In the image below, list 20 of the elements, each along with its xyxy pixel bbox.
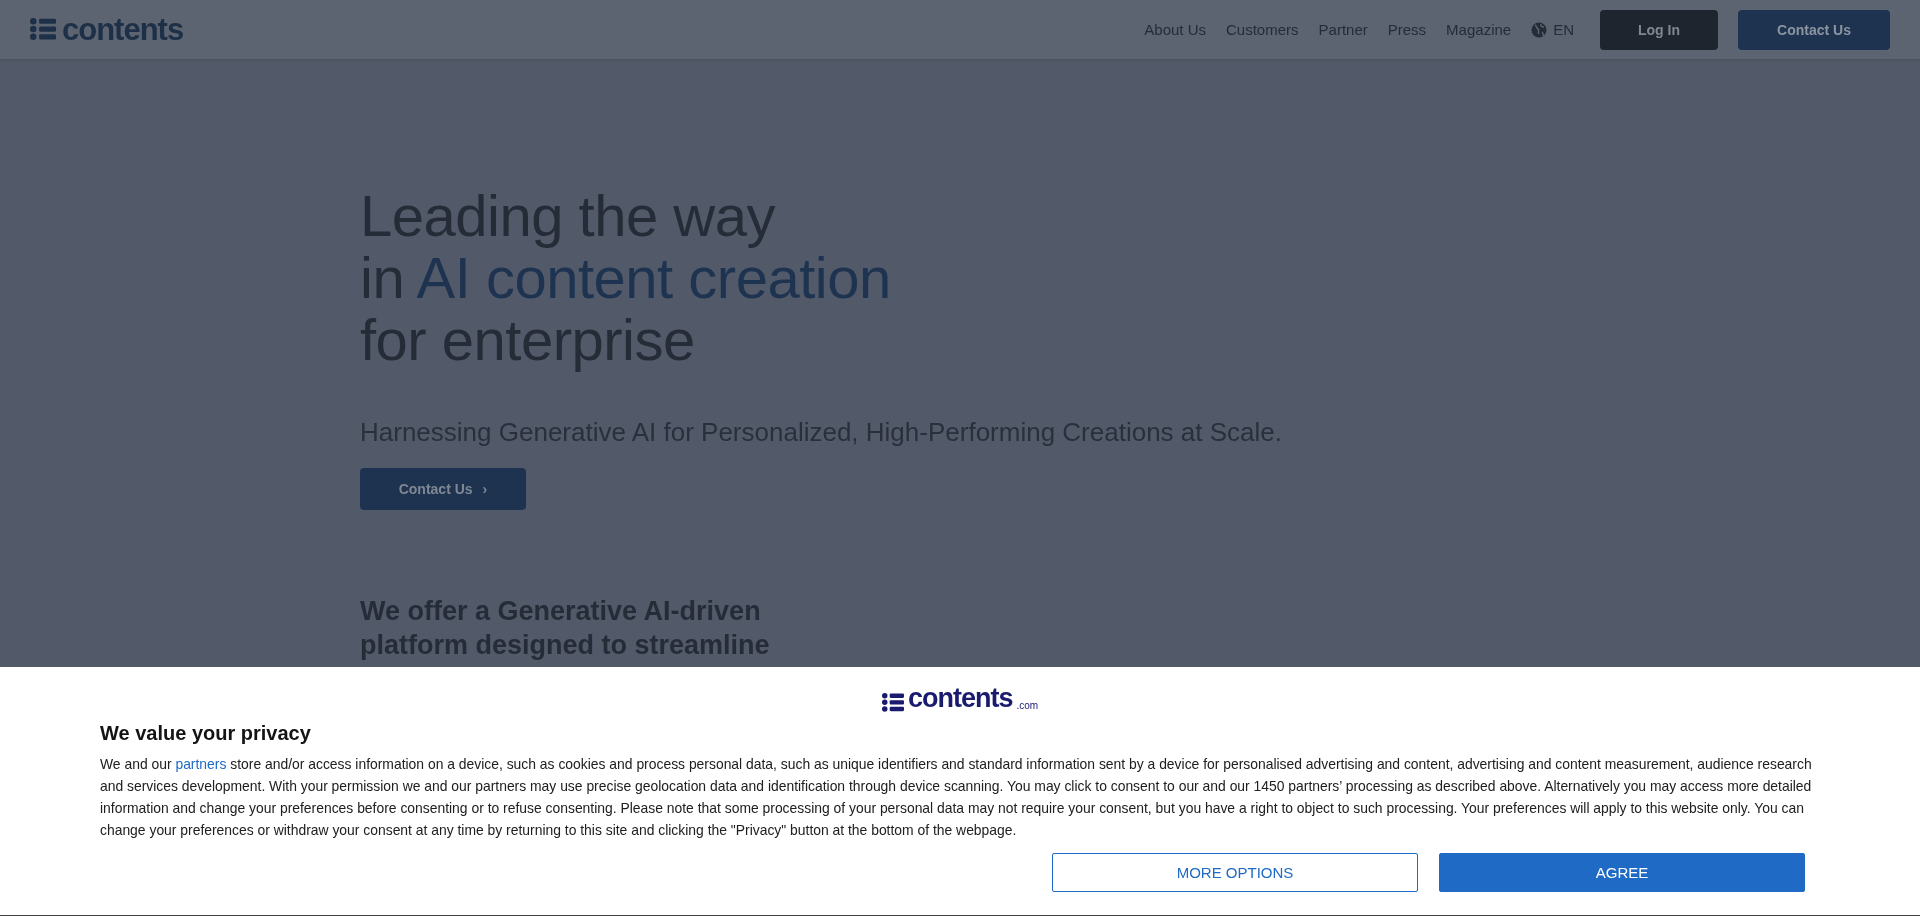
- list-icon: [881, 693, 904, 712]
- contact-button[interactable]: Contact Us ›: [360, 468, 526, 510]
- nav-link[interactable]: Customers: [1226, 21, 1299, 38]
- globe-icon[interactable]: [1531, 21, 1548, 38]
- nav-link[interactable]: Press: [1387, 21, 1427, 38]
- nav-link[interactable]: Partner: [1318, 21, 1368, 38]
- list-icon: [30, 18, 56, 41]
- consent-title: We value your privacy: [100, 722, 312, 745]
- logo-suffix: .com: [1016, 700, 1039, 711]
- consent-text: We and our partners store and/or access information on a device, such as cookies and process personal data, such as unique identifiers and standard information sent by a device for personalised advertising and content, advertising and content measurement, audience research and services development. With your permission we and our partners may use precise geolocation data and identification through device scanning. You may click to consent to our and our 1450 partners’ processing as described above. Alternatively you may access more detailed information and change your preferences before consenting or to refuse consenting. Please note that some processing of your personal data may not require your consent, but you have a right to object to such processing. Your preferences will apply to this website only. You can change your preferences or withdraw your consent at any time by returning to this site and clicking the "Privacy" button at the bottom of the webpage.: [100, 755, 1813, 840]
- log-in-button[interactable]: Log In: [1600, 9, 1718, 50]
- logo-text[interactable]: contents: [62, 14, 184, 45]
- more-options-button[interactable]: MORE OPTIONS: [1052, 853, 1418, 892]
- partners-link[interactable]: partners: [175, 756, 227, 772]
- nav-link[interactable]: About Us: [1144, 21, 1207, 38]
- contact-button[interactable]: Contact Us: [1738, 9, 1890, 50]
- logo-text: contents: [907, 685, 1013, 712]
- language-link[interactable]: EN: [1553, 21, 1574, 38]
- agree-button[interactable]: AGREE: [1439, 853, 1805, 892]
- nav-link[interactable]: Magazine: [1446, 21, 1512, 38]
